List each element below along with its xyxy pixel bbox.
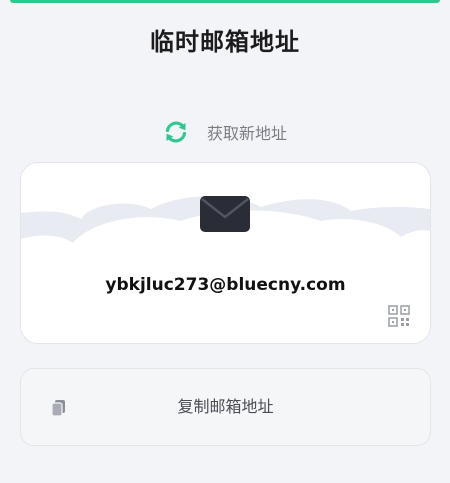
copy-address-label: 复制邮箱地址 — [177, 397, 274, 416]
refresh-icon[interactable] — [163, 119, 189, 145]
get-new-address-button[interactable]: 获取新地址 — [163, 118, 287, 146]
copy-address-button[interactable]: 复制邮箱地址 — [20, 368, 431, 446]
qr-code-icon[interactable] — [388, 305, 410, 327]
get-new-address-label: 获取新地址 — [207, 124, 288, 143]
email-address[interactable]: ybkjluc273@bluecny.com — [21, 275, 430, 295]
page-title: 临时邮箱地址 — [150, 28, 300, 56]
top-accent-bar — [10, 0, 440, 3]
card-cloud-background — [21, 195, 430, 343]
envelope-icon — [199, 195, 251, 235]
email-card: ybkjluc273@bluecny.com — [20, 162, 431, 344]
